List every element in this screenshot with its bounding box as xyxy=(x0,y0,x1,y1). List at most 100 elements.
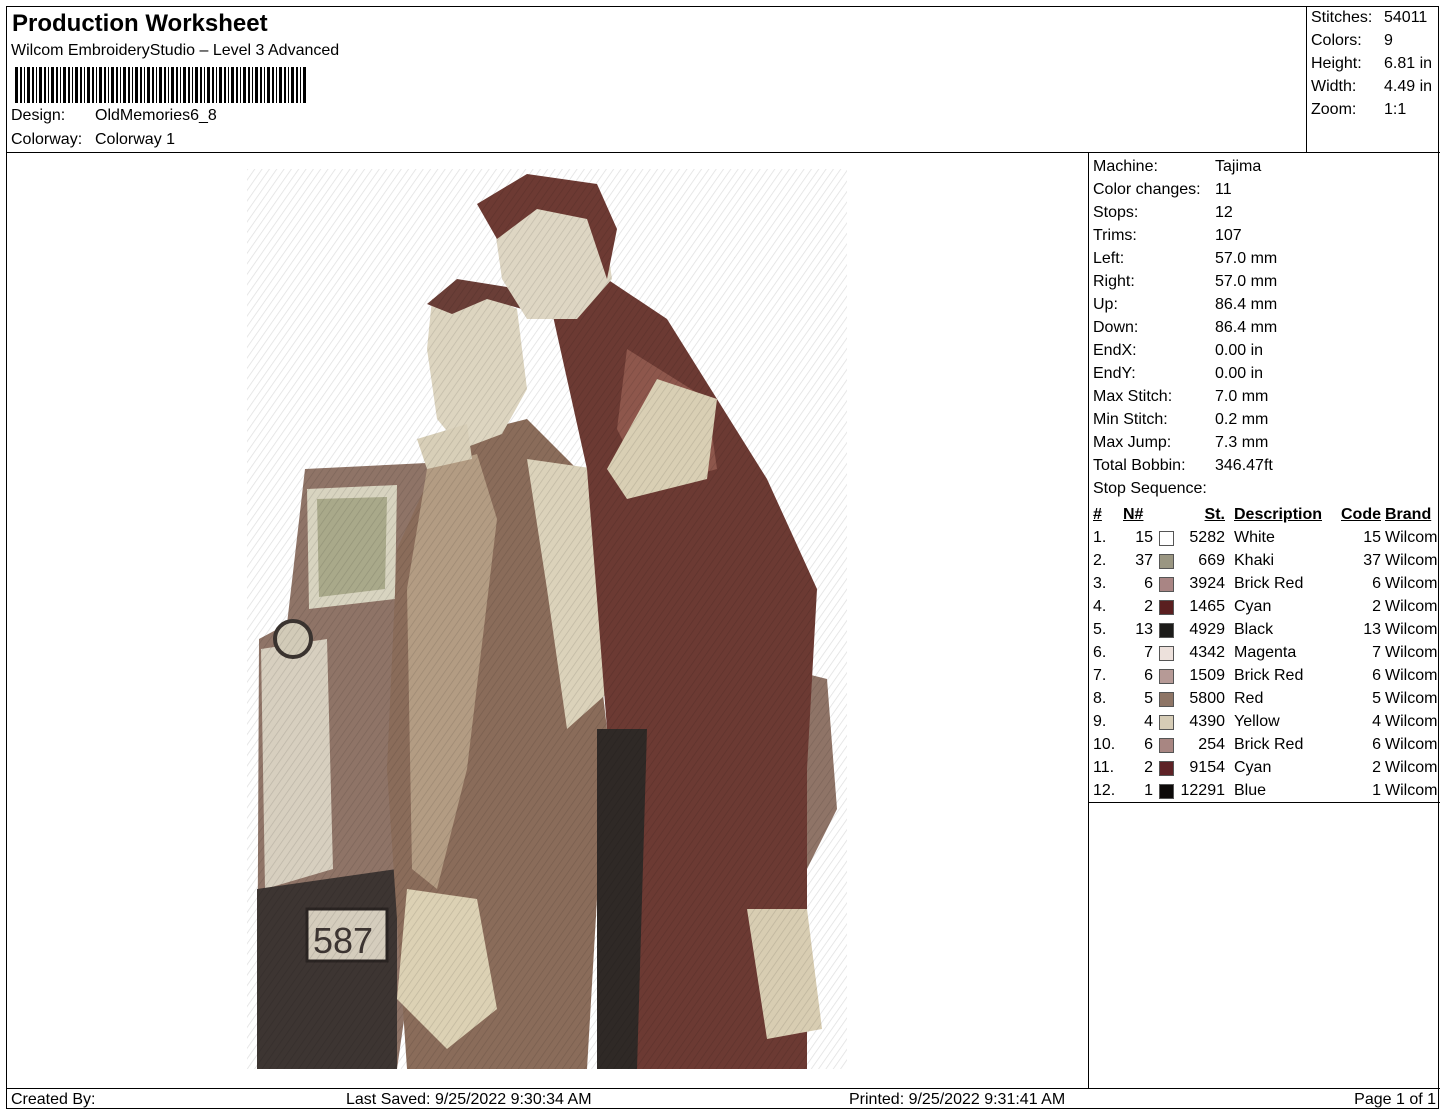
barcode-bar xyxy=(99,67,102,103)
barcode-bar xyxy=(152,67,154,103)
barcode-bar xyxy=(144,67,145,103)
color-swatch xyxy=(1159,600,1174,615)
table-row: 2. 37 669 Khaki 37 Wilcom xyxy=(1089,549,1440,572)
design-value: OldMemories6_8 xyxy=(95,107,217,124)
color-swatch xyxy=(1159,623,1174,638)
row-needle: 15 xyxy=(1135,529,1153,546)
summary-row: Colors: 9 xyxy=(1311,32,1393,49)
row-stitches: 9154 xyxy=(1189,759,1225,776)
row-description: Red xyxy=(1234,690,1264,707)
barcode-bar xyxy=(296,67,298,103)
worksheet-header: Production Worksheet Wilcom EmbroiderySt… xyxy=(7,7,1307,153)
barcode-bar xyxy=(276,67,277,103)
info-row: Min Stitch: 0.2 mm xyxy=(1093,411,1269,428)
row-index: 10. xyxy=(1093,736,1116,753)
row-index: 7. xyxy=(1093,667,1107,684)
barcode-bar xyxy=(84,67,85,103)
summary-row: Stitches: 54011 xyxy=(1311,9,1428,26)
color-swatch xyxy=(1159,715,1174,730)
barcode-bar xyxy=(108,67,109,103)
row-code: 37 xyxy=(1363,552,1381,569)
colorway-value: Colorway 1 xyxy=(95,131,176,148)
barcode-bar xyxy=(48,67,49,103)
barcode-bar xyxy=(255,67,258,103)
barcode-bar xyxy=(183,67,186,103)
design-preview: 587 xyxy=(7,153,1089,1088)
row-code: 13 xyxy=(1363,621,1381,638)
row-brand: Wilcom xyxy=(1385,621,1438,638)
row-needle: 6 xyxy=(1144,736,1153,753)
row-code: 6 xyxy=(1372,667,1381,684)
barcode-bar xyxy=(168,67,169,103)
stop-sequence-table: # N# St. Description Code Brand 1. 15 5282… xyxy=(1089,503,1440,803)
row-stitches: 3924 xyxy=(1189,575,1225,592)
row-index: 1. xyxy=(1093,529,1107,546)
worksheet-frame: Production Worksheet Wilcom EmbroiderySt… xyxy=(6,6,1440,1110)
color-swatch xyxy=(1159,531,1174,546)
info-row: Down: 86.4 mm xyxy=(1093,319,1278,336)
software-name: Wilcom EmbroideryStudio – Level 3 Advanc… xyxy=(11,42,340,59)
table-row: 7. 6 1509 Brick Red 6 Wilcom xyxy=(1089,664,1440,687)
row-index: 4. xyxy=(1093,598,1107,615)
barcode-icon xyxy=(15,67,306,103)
barcode-bar xyxy=(159,67,162,103)
row-code: 7 xyxy=(1372,644,1381,661)
barcode-bar xyxy=(116,67,118,103)
barcode-bar xyxy=(264,67,265,103)
row-code: 1 xyxy=(1372,782,1381,799)
col-brand: Brand xyxy=(1385,506,1432,523)
design-row: Design: OldMemories6_8 xyxy=(11,107,217,125)
barcode-bar xyxy=(224,67,226,103)
info-row: Left: 57.0 mm xyxy=(1093,250,1278,267)
row-stitches: 4390 xyxy=(1189,713,1225,730)
barcode-bar xyxy=(228,67,229,103)
color-swatch xyxy=(1159,784,1174,799)
barcode-bar xyxy=(27,67,30,103)
row-needle: 37 xyxy=(1135,552,1153,569)
summary-row: Width: 4.49 in xyxy=(1311,78,1433,95)
row-needle: 2 xyxy=(1144,759,1153,776)
info-row: Max Stitch: 7.0 mm xyxy=(1093,388,1269,405)
barcode-bar xyxy=(75,67,78,103)
info-row: Stops: 12 xyxy=(1093,204,1233,221)
design-label: Design: xyxy=(11,107,66,124)
barcode-bar xyxy=(231,67,234,103)
row-code: 5 xyxy=(1372,690,1381,707)
summary-row: Height: 6.81 in xyxy=(1311,55,1433,72)
created-by: Created By: xyxy=(11,1091,96,1108)
row-stitches: 254 xyxy=(1198,736,1225,753)
worksheet-footer: Created By: Last Saved: 9/25/2022 9:30:3… xyxy=(7,1088,1440,1110)
barcode-bar xyxy=(252,67,253,103)
row-needle: 13 xyxy=(1135,621,1153,638)
row-description: Brick Red xyxy=(1234,736,1304,753)
barcode-bar xyxy=(44,67,46,103)
page-number: Page 1 of 1 xyxy=(1354,1091,1436,1108)
row-description: White xyxy=(1234,529,1275,546)
printed-date: Printed: 9/25/2022 9:31:41 AM xyxy=(849,1091,1066,1108)
col-code: Code xyxy=(1341,506,1381,523)
info-row: Machine: Tajima xyxy=(1093,158,1262,175)
barcode-bar xyxy=(212,67,214,103)
row-code: 6 xyxy=(1372,736,1381,753)
barcode-bar xyxy=(248,67,250,103)
barcode-bar xyxy=(291,67,294,103)
row-description: Khaki xyxy=(1234,552,1275,569)
row-description: Cyan xyxy=(1234,759,1272,776)
row-brand: Wilcom xyxy=(1385,575,1438,592)
row-brand: Wilcom xyxy=(1385,667,1438,684)
barcode-bar xyxy=(120,67,121,103)
col-needle: N# xyxy=(1123,506,1144,523)
table-row: 12. 1 12291 Blue 1 Wilcom xyxy=(1089,779,1440,802)
info-row: EndX: 0.00 in xyxy=(1093,342,1264,359)
barcode-bar xyxy=(80,67,82,103)
barcode-bar xyxy=(171,67,174,103)
stop-sequence-rows: 1. 15 5282 White 15 Wilcom 2. 37 669 Khaki 37 Wilco… xyxy=(1089,526,1440,802)
row-brand: Wilcom xyxy=(1385,690,1438,707)
barcode-bar xyxy=(192,67,193,103)
row-code: 2 xyxy=(1372,598,1381,615)
barcode-bar xyxy=(156,67,157,103)
barcode-bar xyxy=(63,67,66,103)
barcode-bar xyxy=(104,67,106,103)
info-row: EndY: 0.00 in xyxy=(1093,365,1264,382)
last-saved: Last Saved: 9/25/2022 9:30:34 AM xyxy=(346,1091,592,1108)
